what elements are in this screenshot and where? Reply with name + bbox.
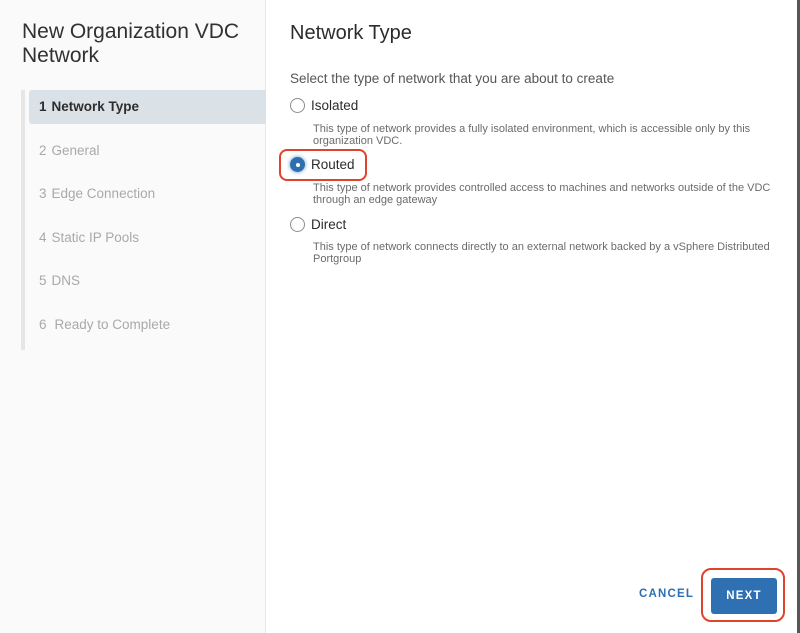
step-number: 4 — [39, 229, 47, 245]
option-direct[interactable]: Direct — [290, 217, 346, 232]
option-isolated-description: This type of network provides a fully is… — [313, 123, 751, 147]
wizard-title: New Organization VDC Network — [22, 20, 240, 67]
step-number: 2 — [39, 142, 47, 158]
step-label: Static IP Pools — [51, 229, 140, 245]
option-routed[interactable]: Routed — [290, 157, 355, 172]
step-ready-to-complete: 6 Ready to Complete — [25, 308, 266, 342]
radio-routed-selected[interactable] — [290, 157, 305, 172]
option-label: Routed — [311, 157, 355, 172]
network-type-prompt: Select the type of network that you are … — [290, 71, 615, 86]
wizard-content: Network Type Select the type of network … — [266, 0, 797, 633]
step-label: General — [51, 142, 100, 158]
step-number: 1 — [39, 99, 47, 114]
wizard-steps: 1 Network Type 2 General 3 Edge Connection … — [21, 90, 266, 350]
step-edge-connection: 3 Edge Connection — [25, 177, 266, 211]
option-isolated[interactable]: Isolated — [290, 98, 358, 113]
new-network-wizard-dialog: New Organization VDC Network 1 Network Ty… — [0, 0, 797, 633]
step-static-ip-pools: 4 Static IP Pools — [25, 221, 266, 255]
step-number: 5 — [39, 273, 47, 288]
radio-isolated[interactable] — [290, 98, 305, 113]
step-number: 3 — [39, 186, 47, 201]
cancel-button[interactable]: CANCEL — [639, 588, 694, 600]
step-number: 6 — [39, 316, 47, 332]
page-title: Network Type — [290, 22, 412, 44]
step-label: DNS — [51, 273, 81, 288]
step-label: Edge Connection — [51, 186, 156, 201]
step-network-type[interactable]: 1 Network Type — [29, 90, 266, 124]
wizard-sidebar: New Organization VDC Network 1 Network Ty… — [0, 0, 266, 633]
step-dns: 5 DNS — [25, 264, 266, 298]
step-label: Ready to Complete — [54, 316, 171, 332]
step-general: 2 General — [25, 134, 266, 168]
option-label: Isolated — [311, 98, 359, 113]
option-routed-description: This type of network provides controlled… — [313, 182, 771, 206]
radio-direct[interactable] — [290, 217, 305, 232]
next-button[interactable]: NEXT — [711, 578, 777, 614]
option-direct-description: This type of network connects directly t… — [313, 241, 770, 265]
step-label: Network Type — [51, 99, 140, 114]
option-label: Direct — [311, 217, 347, 232]
